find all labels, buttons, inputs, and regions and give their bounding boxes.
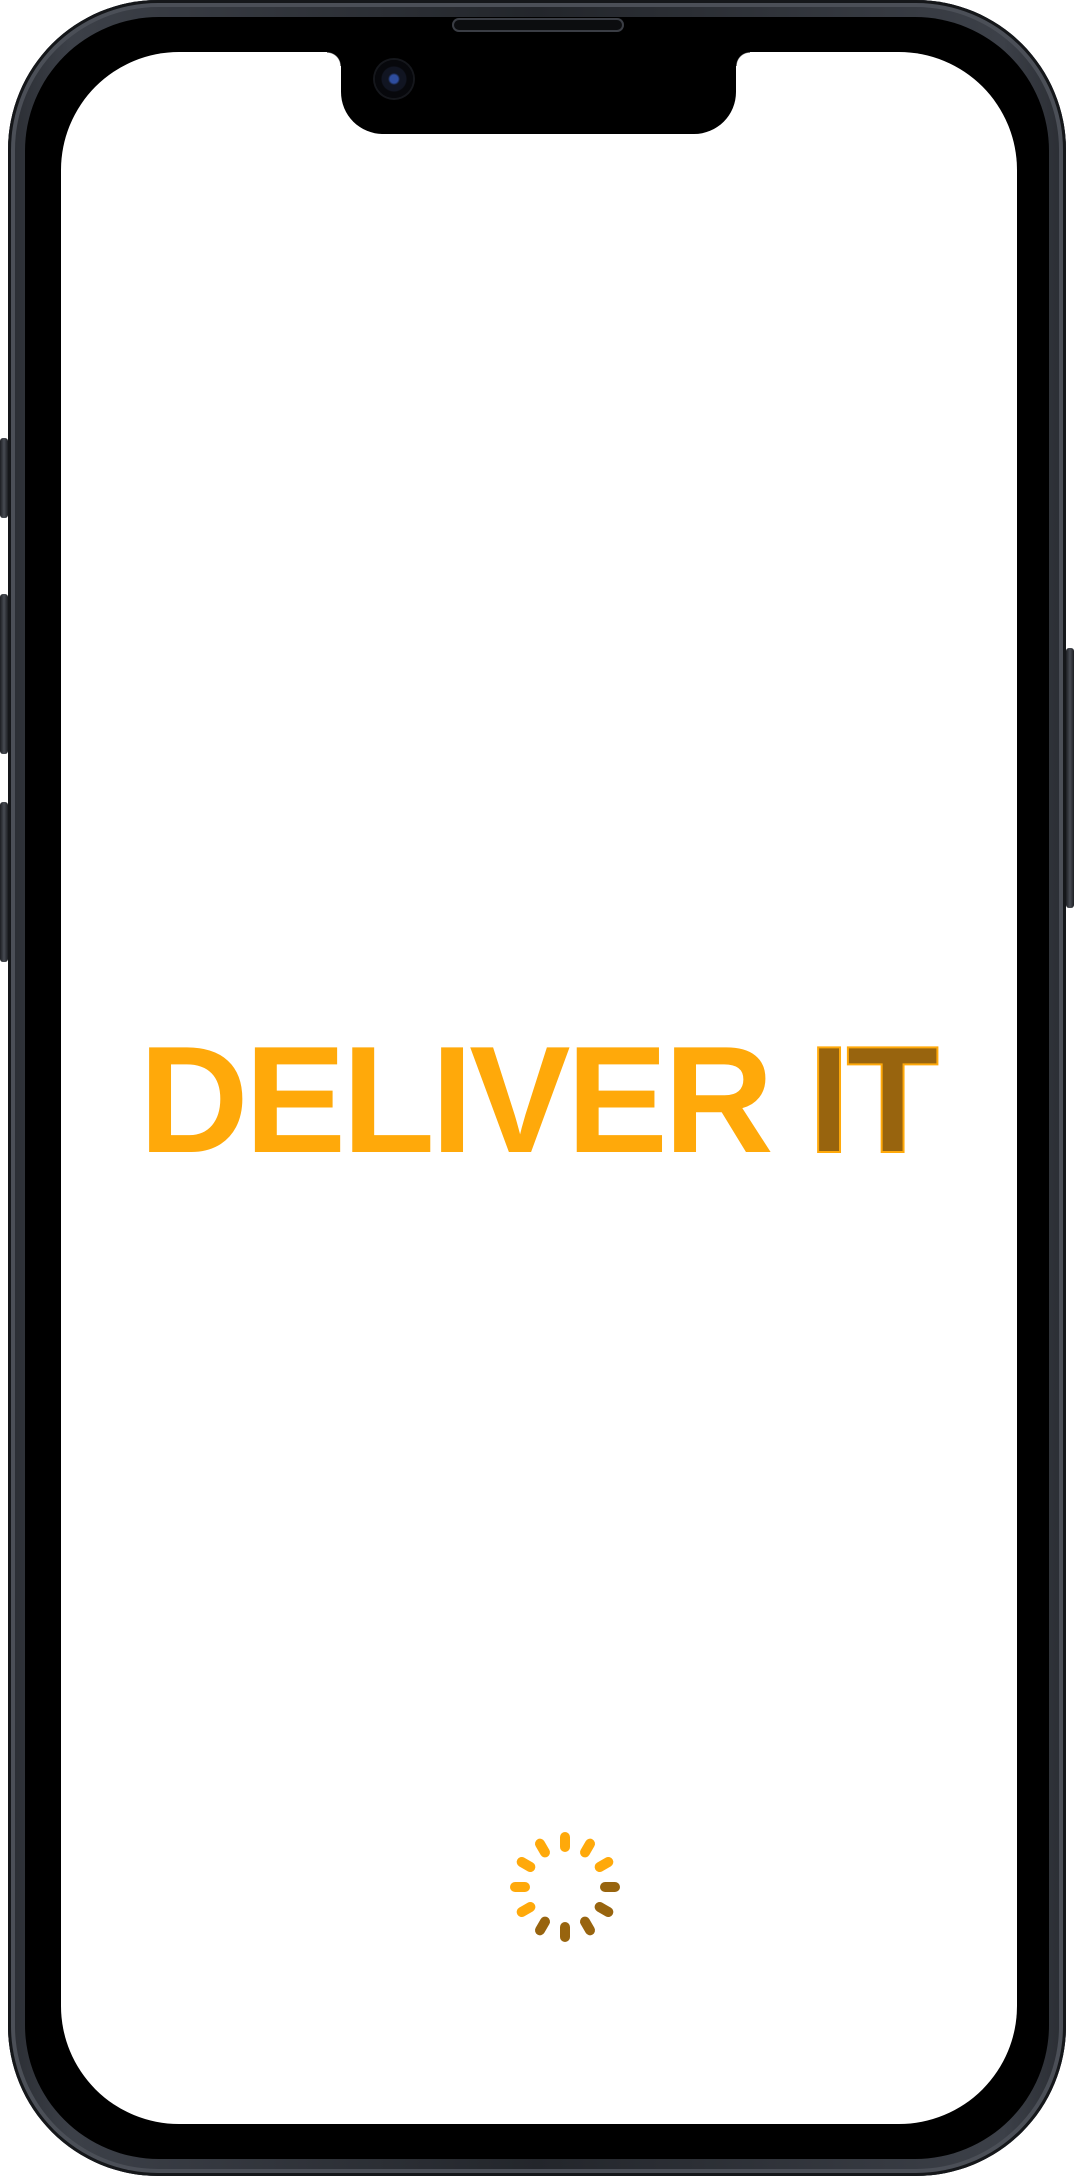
spinner-tick [578, 1914, 597, 1938]
volume-up-button [0, 594, 8, 754]
app-logo: DELIVER IT [0, 1023, 1074, 1177]
logo-text-primary: DELIVER [138, 1015, 774, 1185]
spinner-tick [600, 1882, 620, 1892]
notch-corner-right [736, 52, 750, 66]
earpiece-speaker [452, 18, 624, 32]
power-button [1066, 648, 1074, 908]
spinner-tick [578, 1836, 597, 1860]
spinner-tick [533, 1836, 552, 1860]
spinner-tick [533, 1914, 552, 1938]
notch-corner-left [327, 52, 341, 66]
spinner-tick [560, 1922, 570, 1942]
spinner-tick [592, 1855, 616, 1874]
loading-spinner-icon [510, 1832, 620, 1942]
spinner-tick [510, 1882, 530, 1892]
silent-switch [0, 438, 8, 518]
spinner-tick [514, 1855, 538, 1874]
logo-text-secondary: IT [807, 1015, 940, 1185]
spinner-tick [592, 1900, 616, 1919]
volume-down-button [0, 802, 8, 962]
front-camera-icon [375, 60, 413, 98]
spinner-tick [514, 1900, 538, 1919]
spinner-tick [560, 1832, 570, 1852]
